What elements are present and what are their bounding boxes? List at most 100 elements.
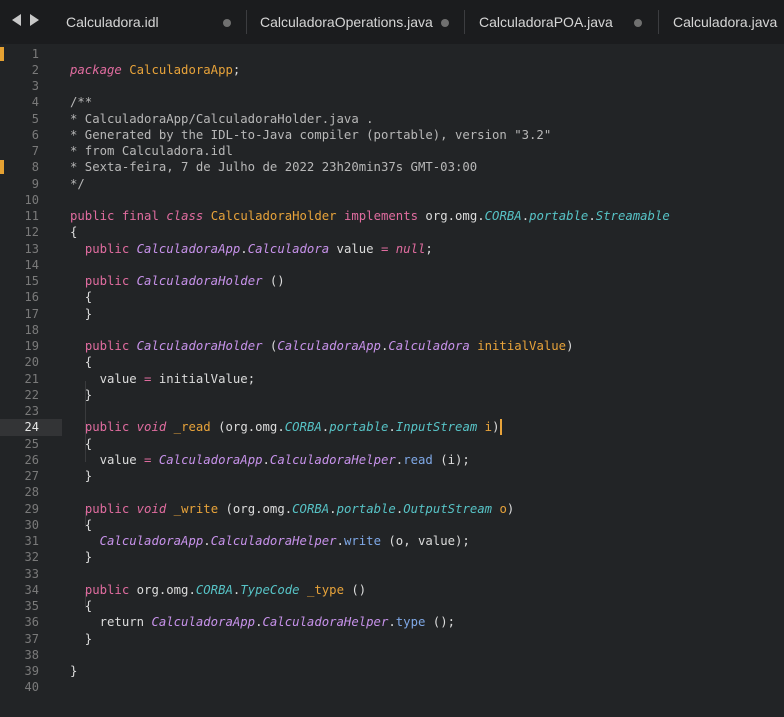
code-line[interactable]: * from Calculadora.idl <box>70 143 233 159</box>
tab-bar: Calculadora.idl CalculadoraOperations.ja… <box>0 0 784 44</box>
code-line[interactable]: */ <box>70 176 85 192</box>
code-token: CORBA <box>484 209 522 223</box>
line-number: 19 <box>24 339 39 353</box>
code-token: } <box>70 664 78 678</box>
code-token: _write <box>173 501 219 516</box>
code-line[interactable]: } <box>70 306 92 322</box>
code-token: . <box>240 241 248 256</box>
line-number: 38 <box>24 647 39 662</box>
code-line[interactable]: package CalculadoraApp; <box>70 62 240 78</box>
indent-guide <box>85 446 86 462</box>
code-token: public <box>84 420 130 435</box>
code-token: { <box>70 436 93 451</box>
code-line[interactable]: } <box>70 663 77 679</box>
code-line[interactable]: public void _write (org.omg.CORBA.portab… <box>70 501 514 517</box>
nav-back-icon[interactable] <box>12 14 21 26</box>
code-line[interactable]: value = CalculadoraApp.CalculadoraHelper… <box>70 452 470 468</box>
code-line[interactable]: public final class CalculadoraHolder imp… <box>70 208 670 224</box>
code-token: CalculadoraHolder <box>136 339 263 353</box>
code-token: null <box>395 241 426 256</box>
line-number: 33 <box>24 566 39 581</box>
code-token: initialValue <box>477 339 567 353</box>
code-token: * CalculadoraApp/CalculadoraHolder.java … <box>70 111 374 126</box>
code-token: () <box>343 582 367 597</box>
line-number: 21 <box>24 371 39 386</box>
line-number: 23 <box>24 404 39 418</box>
code-line[interactable]: return CalculadoraApp.CalculadoraHelper.… <box>70 614 455 630</box>
line-number: 30 <box>24 517 39 532</box>
line-number: 35 <box>24 599 39 613</box>
code-token: CORBA <box>284 420 322 435</box>
code-line[interactable]: { <box>70 354 92 370</box>
code-token: public <box>84 339 130 353</box>
code-line[interactable]: { <box>70 598 92 614</box>
code-token: * from Calculadora.idl <box>70 144 233 158</box>
line-number: 2 <box>31 62 39 77</box>
code-token: ( <box>262 339 278 353</box>
tab-divider <box>464 10 465 34</box>
code-line[interactable]: } <box>70 631 92 647</box>
code-line[interactable]: public void _read (org.omg.CORBA.portabl… <box>70 419 500 435</box>
code-token: . <box>329 501 337 516</box>
code-token: initialValue; <box>151 371 256 386</box>
code-token: package <box>70 62 122 77</box>
code-token: o <box>499 501 507 516</box>
nav-forward-icon[interactable] <box>30 14 39 26</box>
code-token: } <box>70 550 93 565</box>
tab-label: CalculadoraPOA.java <box>479 14 613 30</box>
tab-calculadora-operations[interactable]: CalculadoraOperations.java <box>260 0 465 44</box>
modified-dot-icon[interactable] <box>441 19 449 27</box>
indent-guide <box>85 592 86 608</box>
code-line[interactable]: * CalculadoraApp/CalculadoraHolder.java … <box>70 111 374 127</box>
tab-calculadora-java[interactable]: Calculadora.java <box>673 0 784 44</box>
code-line[interactable]: * Generated by the IDL-to-Java compiler … <box>70 127 551 143</box>
code-token: (org.omg. <box>210 420 285 435</box>
code-token: TypeCode <box>240 582 300 597</box>
code-line[interactable]: public org.omg.CORBA.TypeCode _type () <box>70 582 366 598</box>
code-line[interactable]: { <box>70 224 77 240</box>
code-token: * Generated by the IDL-to-Java compiler … <box>70 127 552 142</box>
code-line[interactable]: { <box>70 517 92 533</box>
code-token: . <box>203 534 211 548</box>
line-number: 14 <box>24 257 39 272</box>
tab-calculadora-poa[interactable]: CalculadoraPOA.java <box>479 0 659 44</box>
code-token: ) <box>492 420 500 435</box>
code-line[interactable]: CalculadoraApp.CalculadoraHelper.write (… <box>70 533 470 549</box>
code-token: org.omg. <box>129 582 196 597</box>
code-line[interactable]: { <box>70 436 92 452</box>
tab-calculadora-idl[interactable]: Calculadora.idl <box>66 0 246 44</box>
code-token: } <box>70 469 93 483</box>
code-line[interactable]: /** <box>70 94 92 110</box>
modified-dot-icon[interactable] <box>634 19 642 27</box>
code-line[interactable]: public CalculadoraHolder (CalculadoraApp… <box>70 338 574 354</box>
modified-dot-icon[interactable] <box>223 19 231 27</box>
code-line[interactable]: public CalculadoraHolder () <box>70 273 285 289</box>
code-token: InputStream <box>395 420 478 435</box>
code-token: CalculadoraApp <box>151 615 256 630</box>
code-line[interactable]: } <box>70 549 92 565</box>
code-line[interactable]: * Sexta-feira, 7 de Julho de 2022 23h20m… <box>70 159 477 175</box>
code-token: CalculadoraHelper <box>210 534 337 548</box>
code-line[interactable]: value = initialValue; <box>70 371 256 387</box>
code-line[interactable]: public CalculadoraApp.Calculadora value … <box>70 241 433 257</box>
code-token: { <box>70 599 93 613</box>
code-token: (o, value); <box>380 534 470 548</box>
code-line[interactable]: } <box>70 468 92 484</box>
code-token: ) <box>506 501 515 516</box>
code-token: void <box>136 420 167 435</box>
code-token: final <box>121 209 159 223</box>
code-editor[interactable]: 1 2 3 4 5 6 7 8 9 10 11 12 13 14 15 16 17 18 19 20 21 22 23 24 2… <box>0 44 784 717</box>
code-line[interactable]: { <box>70 289 92 305</box>
code-line[interactable]: } <box>70 387 92 403</box>
code-token: ; <box>232 62 241 77</box>
